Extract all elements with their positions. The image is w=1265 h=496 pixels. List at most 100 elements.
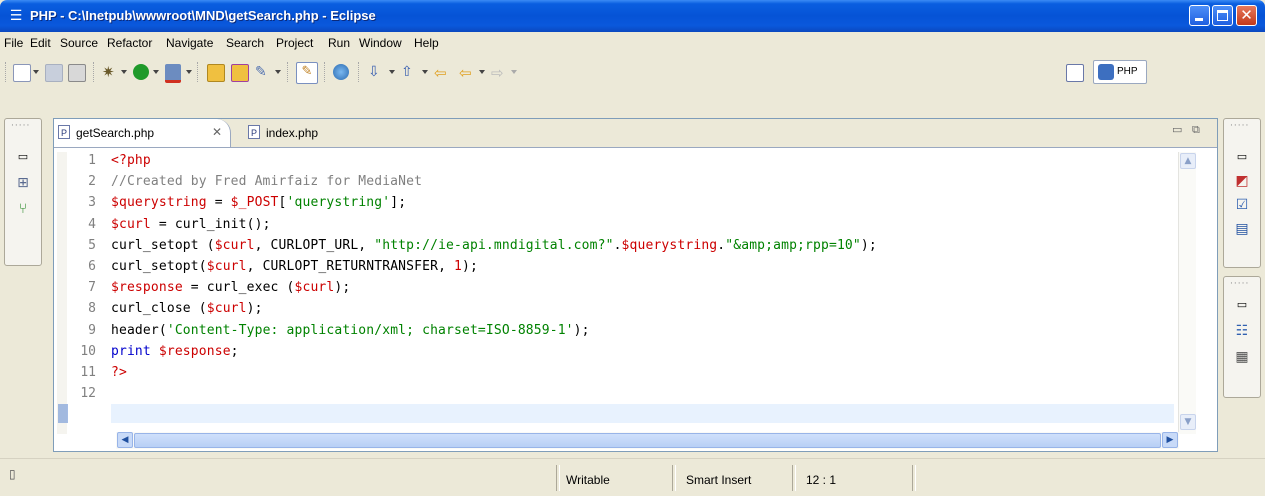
code-token: $curl bbox=[214, 237, 255, 253]
code-line[interactable]: curl_setopt ($curl, CURLOPT_URL, "http:/… bbox=[111, 238, 877, 253]
close-button[interactable]: ✕ bbox=[1236, 5, 1257, 26]
menu-window[interactable]: Window bbox=[359, 36, 402, 50]
code-line[interactable]: $response = curl_exec ($curl); bbox=[111, 280, 350, 295]
code-token: $curl bbox=[294, 280, 335, 296]
restore-icon[interactable]: ▭ bbox=[1234, 149, 1250, 165]
code-line[interactable]: print $response; bbox=[111, 344, 239, 359]
tab-label: index.php bbox=[266, 126, 319, 140]
code-line[interactable]: //Created by Fred Amirfaiz for MediaNet bbox=[111, 174, 422, 189]
eclipse-icon: ☰ bbox=[9, 8, 23, 24]
line-number: 11 bbox=[80, 365, 96, 380]
code-token: ; bbox=[230, 343, 239, 359]
previous-annotation-icon[interactable]: ⇧ bbox=[401, 64, 417, 80]
menu-bar: File Edit Source Refactor Navigate Searc… bbox=[0, 32, 1265, 54]
code-token: curl_setopt ( bbox=[111, 237, 215, 253]
code-token: ); bbox=[573, 322, 590, 338]
menu-help[interactable]: Help bbox=[414, 36, 439, 50]
highlight-toggle-icon[interactable]: ✎ bbox=[296, 62, 318, 84]
type-hierarchy-icon[interactable]: ⑂ bbox=[15, 201, 31, 217]
right-trim-stack-bottom: ····· ▭ ☷ ▦ bbox=[1223, 276, 1261, 398]
tasks-icon[interactable]: ☑ bbox=[1234, 197, 1250, 213]
horizontal-scrollbar[interactable]: ◀ ▶ bbox=[116, 432, 1179, 449]
code-token: = curl_init(); bbox=[150, 216, 271, 232]
open-perspective-icon[interactable] bbox=[1066, 64, 1084, 82]
status-bar: ▯ Writable Smart Insert 12 : 1 bbox=[0, 458, 1265, 496]
fast-view-icon[interactable]: ▯ bbox=[9, 467, 16, 481]
code-token: $_POST bbox=[230, 195, 279, 211]
marker-icon[interactable]: ✎ bbox=[255, 64, 271, 80]
external-tools-icon[interactable] bbox=[165, 64, 181, 83]
chevron-down-icon[interactable] bbox=[422, 70, 428, 74]
menu-run[interactable]: Run bbox=[328, 36, 350, 50]
outline-view-icon[interactable]: ☷ bbox=[1234, 323, 1250, 339]
code-line[interactable]: curl_close ($curl); bbox=[111, 301, 263, 316]
tab-index-php[interactable]: P index.php bbox=[244, 119, 364, 147]
chevron-down-icon[interactable] bbox=[389, 70, 395, 74]
line-number: 5 bbox=[88, 237, 96, 253]
new-file-icon[interactable] bbox=[13, 64, 31, 82]
code-token: $querystring bbox=[111, 195, 207, 211]
code-line[interactable]: ?> bbox=[111, 365, 127, 380]
code-line[interactable]: <?php bbox=[111, 153, 151, 168]
run-icon[interactable] bbox=[133, 64, 149, 80]
code-line[interactable]: header('Content-Type: application/xml; c… bbox=[111, 323, 590, 338]
last-edit-icon[interactable]: ⇦ bbox=[434, 64, 450, 82]
minimize-editor-icon[interactable]: ▭ bbox=[1172, 123, 1182, 136]
chevron-down-icon[interactable] bbox=[121, 70, 127, 74]
menu-edit[interactable]: Edit bbox=[30, 36, 51, 50]
menu-source[interactable]: Source bbox=[60, 36, 98, 50]
problems-icon[interactable]: ◩ bbox=[1234, 173, 1250, 189]
maximize-button[interactable] bbox=[1212, 5, 1233, 26]
chevron-down-icon[interactable] bbox=[186, 70, 192, 74]
horizontal-scroll-thumb[interactable] bbox=[134, 433, 1161, 448]
globe-icon[interactable] bbox=[333, 64, 349, 80]
chevron-down-icon[interactable] bbox=[275, 70, 281, 74]
php-perspective-icon bbox=[1098, 64, 1114, 80]
menu-search[interactable]: Search bbox=[226, 36, 264, 50]
chevron-down-icon[interactable] bbox=[511, 70, 517, 74]
open-type-icon[interactable] bbox=[231, 64, 249, 82]
chevron-down-icon[interactable] bbox=[33, 70, 39, 74]
console-icon[interactable]: ▤ bbox=[1234, 221, 1250, 237]
scroll-right-icon[interactable]: ▶ bbox=[1162, 432, 1178, 448]
properties-icon[interactable]: ▦ bbox=[1234, 349, 1250, 365]
menu-file[interactable]: File bbox=[4, 36, 23, 50]
chevron-down-icon[interactable] bbox=[153, 70, 159, 74]
scroll-up-icon[interactable]: ▲ bbox=[1180, 153, 1196, 169]
outline-icon[interactable]: ⊞ bbox=[15, 175, 31, 191]
code-line[interactable]: curl_setopt($curl, CURLOPT_RETURNTRANSFE… bbox=[111, 259, 478, 274]
close-tab-icon[interactable]: ✕ bbox=[212, 125, 222, 139]
forward-arrow-icon[interactable]: ⇨ bbox=[491, 64, 507, 82]
scroll-left-icon[interactable]: ◀ bbox=[117, 432, 133, 448]
current-line-highlight bbox=[111, 404, 1174, 423]
restore-icon[interactable]: ▭ bbox=[15, 149, 31, 165]
code-token: 1 bbox=[454, 259, 463, 274]
back-arrow-icon[interactable]: ⇦ bbox=[459, 64, 475, 82]
code-token: = curl_exec ( bbox=[182, 280, 295, 296]
vertical-scrollbar[interactable]: ▲ ▼ bbox=[1178, 152, 1196, 434]
debug-icon[interactable]: ✷ bbox=[102, 64, 118, 80]
print-icon[interactable] bbox=[68, 64, 86, 82]
title-bar: ☰ PHP - C:\Inetpub\wwwroot\MND\getSearch… bbox=[0, 0, 1265, 32]
save-icon[interactable] bbox=[45, 64, 63, 82]
line-number: 10 bbox=[80, 343, 96, 359]
next-annotation-icon[interactable]: ⇩ bbox=[368, 64, 384, 80]
line-number: 1 bbox=[88, 153, 96, 168]
chevron-down-icon[interactable] bbox=[479, 70, 485, 74]
perspective-php-button[interactable]: PHP bbox=[1093, 60, 1147, 84]
code-token: 'Content-Type: application/xml; charset=… bbox=[166, 322, 574, 338]
code-line[interactable]: $querystring = $_POST['querystring']; bbox=[111, 195, 406, 210]
tab-getsearch-php[interactable]: P getSearch.php ✕ bbox=[54, 119, 231, 147]
code-line[interactable]: $curl = curl_init(); bbox=[111, 217, 271, 232]
scroll-down-icon[interactable]: ▼ bbox=[1180, 414, 1196, 430]
code-token: <?php bbox=[111, 153, 151, 168]
minimize-button[interactable] bbox=[1189, 5, 1210, 26]
maximize-editor-icon[interactable]: ⧉ bbox=[1192, 123, 1200, 137]
code-token: ?> bbox=[111, 365, 127, 380]
restore-icon[interactable]: ▭ bbox=[1234, 297, 1250, 313]
menu-refactor[interactable]: Refactor bbox=[107, 36, 152, 50]
code-token: $querystring bbox=[621, 237, 718, 253]
menu-navigate[interactable]: Navigate bbox=[166, 36, 213, 50]
open-folder-icon[interactable] bbox=[207, 64, 225, 82]
menu-project[interactable]: Project bbox=[276, 36, 313, 50]
